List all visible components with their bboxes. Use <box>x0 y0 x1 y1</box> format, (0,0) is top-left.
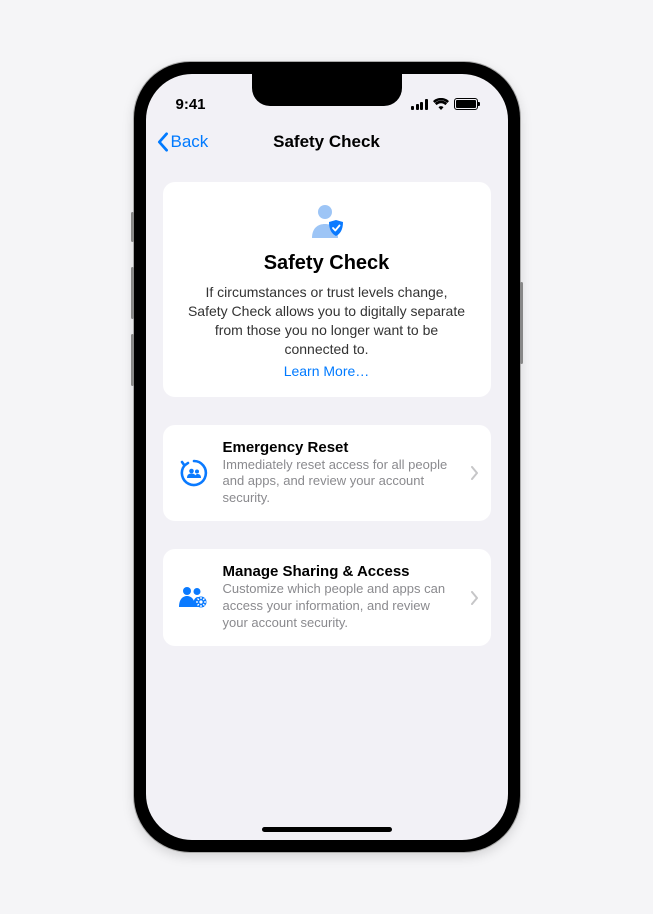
chevron-left-icon <box>156 132 169 152</box>
hero-description: If circumstances or trust levels change,… <box>185 283 469 359</box>
device-side-button <box>520 282 523 364</box>
device-frame: 9:41 Back Safety Check <box>134 62 520 852</box>
back-button[interactable]: Back <box>156 132 209 152</box>
cellular-signal-icon <box>411 99 428 110</box>
battery-icon <box>454 98 478 110</box>
option-description: Immediately reset access for all people … <box>223 457 459 508</box>
navigation-bar: Back Safety Check <box>146 120 508 164</box>
back-label: Back <box>171 132 209 152</box>
option-description: Customize which people and apps can acce… <box>223 581 459 632</box>
wifi-icon <box>433 98 449 110</box>
status-time: 9:41 <box>176 96 206 113</box>
learn-more-link[interactable]: Learn More… <box>185 363 469 379</box>
device-side-button <box>131 267 134 319</box>
page-title: Safety Check <box>273 132 380 152</box>
option-title: Emergency Reset <box>223 439 459 456</box>
hero-title: Safety Check <box>185 252 469 275</box>
chevron-right-icon <box>471 466 479 480</box>
home-indicator[interactable] <box>262 827 392 832</box>
manage-sharing-access-button[interactable]: Manage Sharing & Access Customize which … <box>163 549 491 646</box>
reset-people-icon <box>177 457 211 489</box>
option-title: Manage Sharing & Access <box>223 563 459 580</box>
device-side-button <box>131 212 134 242</box>
screen: 9:41 Back Safety Check <box>146 74 508 840</box>
content-area: Safety Check If circumstances or trust l… <box>146 164 508 692</box>
device-notch <box>252 74 402 106</box>
chevron-right-icon <box>471 591 479 605</box>
hero-card: Safety Check If circumstances or trust l… <box>163 182 491 397</box>
people-gear-icon <box>177 583 211 613</box>
device-side-button <box>131 334 134 386</box>
status-indicators <box>411 98 478 110</box>
emergency-reset-button[interactable]: Emergency Reset Immediately reset access… <box>163 425 491 522</box>
person-shield-check-icon <box>185 202 469 242</box>
